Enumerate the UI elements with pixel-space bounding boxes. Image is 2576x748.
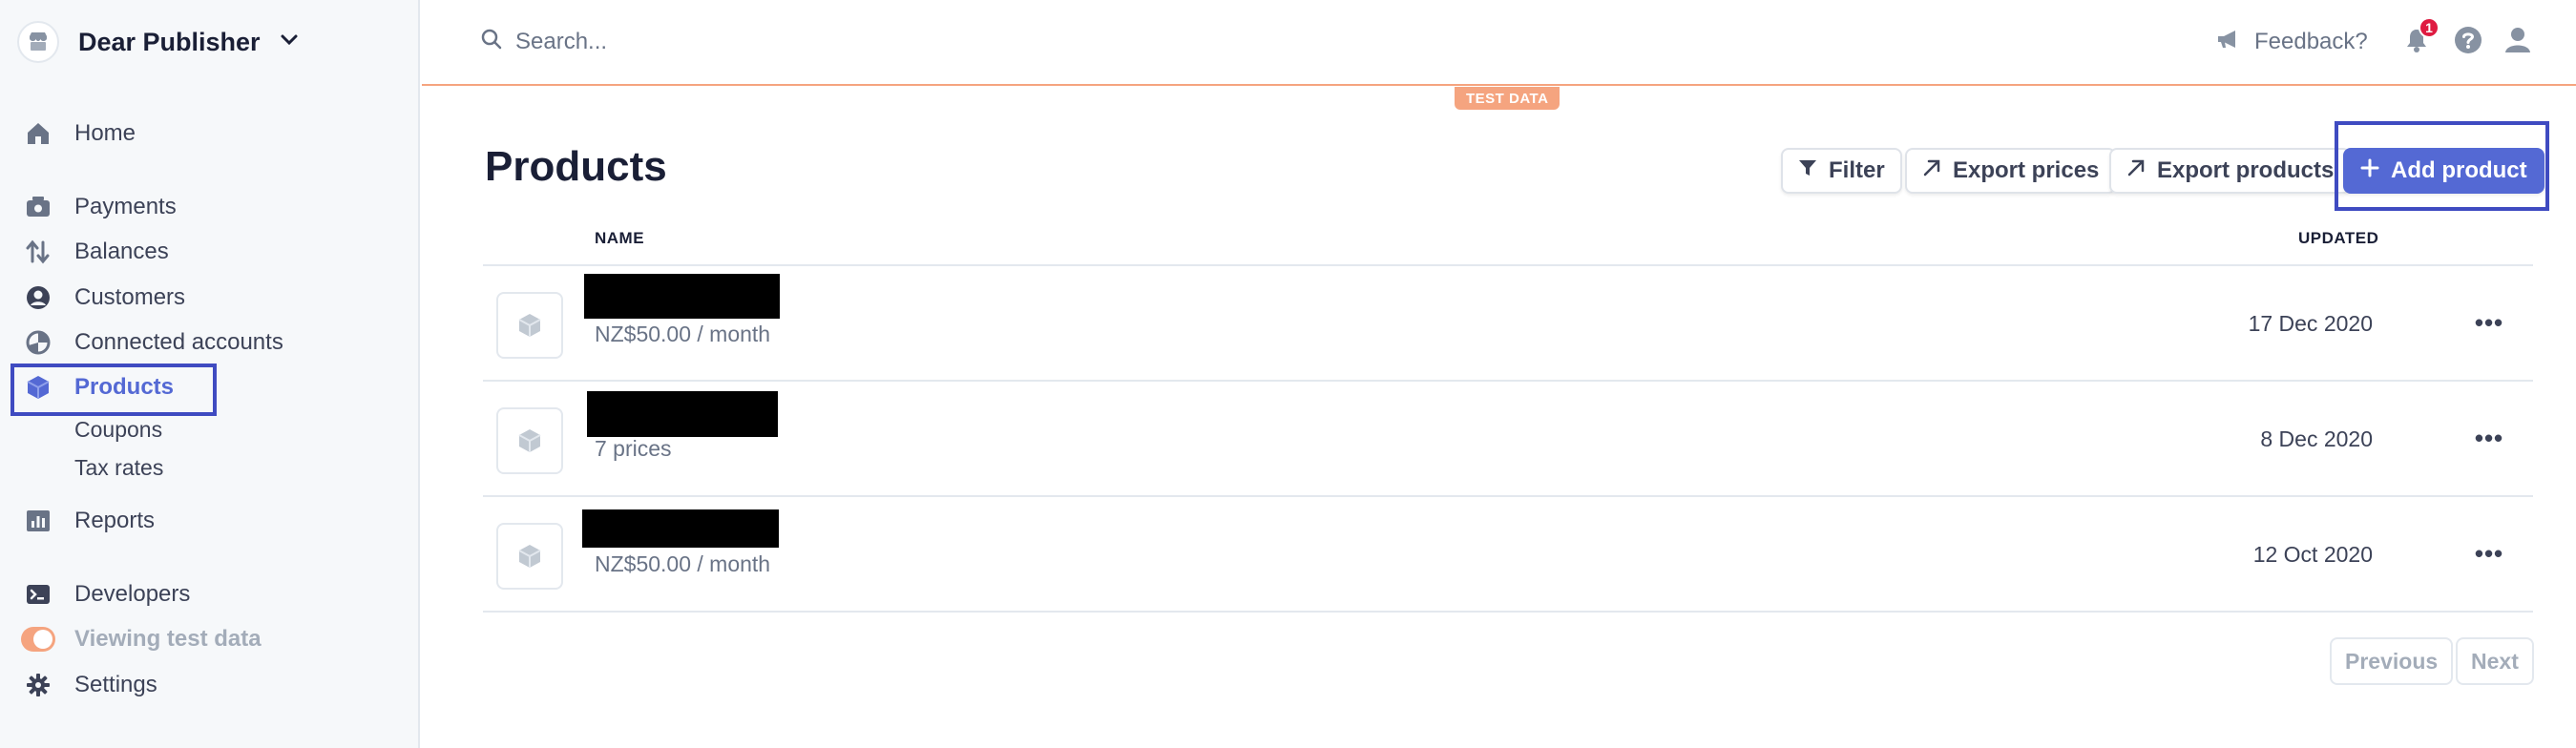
column-header-updated[interactable]: UPDATED bbox=[2298, 229, 2378, 248]
search-placeholder: Search... bbox=[515, 29, 608, 54]
balances-icon bbox=[21, 235, 55, 269]
more-actions-icon[interactable]: ••• bbox=[2468, 421, 2510, 455]
top-bar: Search... Feedback? 1 bbox=[422, 0, 2576, 86]
sidebar-item-label: Settings bbox=[74, 672, 157, 697]
sidebar-item-label: Payments bbox=[74, 194, 177, 219]
product-price-summary: NZ$50.00 / month bbox=[595, 551, 771, 576]
product-image-placeholder bbox=[496, 407, 563, 474]
page-title: Products bbox=[485, 143, 667, 190]
notification-badge: 1 bbox=[2419, 17, 2440, 38]
sidebar-item-label: Home bbox=[74, 120, 136, 146]
user-icon bbox=[2503, 26, 2532, 59]
search-icon bbox=[481, 29, 502, 56]
table-row[interactable]: NZ$50.00 / month 17 Dec 2020 ••• bbox=[483, 267, 2533, 382]
filter-icon bbox=[1798, 157, 1817, 184]
toggle-switch[interactable] bbox=[21, 622, 55, 656]
redacted-product-name bbox=[587, 391, 778, 437]
account-name: Dear Publisher bbox=[78, 27, 261, 56]
sidebar-item-label: Balances bbox=[74, 239, 169, 264]
terminal-icon bbox=[21, 577, 55, 612]
test-data-banner: TEST DATA bbox=[1455, 87, 1560, 110]
payments-icon bbox=[21, 190, 55, 224]
next-page-button[interactable]: Next bbox=[2456, 637, 2534, 685]
sidebar-item-label: Viewing test data bbox=[74, 626, 262, 652]
add-product-highlight-box bbox=[2335, 121, 2549, 211]
reports-icon bbox=[21, 504, 55, 538]
home-icon bbox=[21, 116, 55, 151]
sidebar-item-payments[interactable]: Payments bbox=[21, 188, 177, 226]
product-price-summary: NZ$50.00 / month bbox=[595, 322, 771, 346]
feedback-button[interactable]: Feedback? bbox=[2216, 21, 2368, 63]
table-divider bbox=[483, 264, 2533, 266]
table-row[interactable]: 7 prices 8 Dec 2020 ••• bbox=[483, 383, 2533, 497]
account-switcher[interactable]: Dear Publisher bbox=[17, 19, 299, 65]
sidebar-item-settings[interactable]: Settings bbox=[21, 666, 157, 704]
sidebar: Dear Publisher Home Payments Balances Cu… bbox=[0, 0, 420, 748]
export-products-button[interactable]: Export products bbox=[2109, 148, 2352, 194]
sidebar-item-label: Reports bbox=[74, 508, 156, 533]
products-highlight-box bbox=[10, 364, 217, 416]
store-icon bbox=[17, 21, 59, 63]
sidebar-item-home[interactable]: Home bbox=[21, 114, 136, 153]
test-data-toggle[interactable]: Viewing test data bbox=[21, 620, 262, 658]
sidebar-subitem-coupons[interactable]: Coupons bbox=[74, 412, 162, 447]
redacted-product-name bbox=[582, 509, 779, 548]
export-prices-label: Export prices bbox=[1953, 157, 2100, 183]
updated-date: 17 Dec 2020 bbox=[2248, 311, 2373, 336]
chevron-down-icon bbox=[280, 33, 299, 52]
arrow-up-right-icon bbox=[1922, 157, 1941, 184]
profile-button[interactable] bbox=[2499, 23, 2537, 61]
connected-accounts-icon bbox=[21, 325, 55, 360]
table-row[interactable]: NZ$50.00 / month 12 Oct 2020 ••• bbox=[483, 498, 2533, 613]
help-icon bbox=[2454, 26, 2482, 59]
help-button[interactable] bbox=[2449, 23, 2487, 61]
arrow-up-right-icon bbox=[2126, 157, 2146, 184]
sidebar-item-balances[interactable]: Balances bbox=[21, 233, 169, 271]
table-divider bbox=[483, 495, 2533, 497]
sidebar-item-label: Customers bbox=[74, 284, 186, 310]
previous-page-button[interactable]: Previous bbox=[2330, 637, 2454, 685]
filter-label: Filter bbox=[1829, 157, 1885, 183]
search-input[interactable]: Search... bbox=[481, 21, 607, 63]
more-actions-icon[interactable]: ••• bbox=[2468, 536, 2510, 571]
updated-date: 8 Dec 2020 bbox=[2260, 426, 2373, 451]
gear-icon bbox=[21, 668, 55, 702]
customer-icon bbox=[21, 280, 55, 315]
megaphone-icon bbox=[2216, 29, 2241, 56]
more-actions-icon[interactable]: ••• bbox=[2468, 305, 2510, 340]
sidebar-item-customers[interactable]: Customers bbox=[21, 279, 185, 317]
updated-date: 12 Oct 2020 bbox=[2252, 542, 2373, 567]
notifications-button[interactable]: 1 bbox=[2398, 17, 2440, 61]
product-price-summary: 7 prices bbox=[595, 436, 672, 461]
sidebar-item-connected-accounts[interactable]: Connected accounts bbox=[21, 323, 283, 362]
export-products-label: Export products bbox=[2157, 157, 2335, 183]
table-divider bbox=[483, 380, 2533, 382]
filter-button[interactable]: Filter bbox=[1781, 148, 1902, 194]
feedback-label: Feedback? bbox=[2254, 29, 2368, 54]
sidebar-item-label: Connected accounts bbox=[74, 329, 283, 355]
sidebar-item-developers[interactable]: Developers bbox=[21, 575, 190, 613]
table-divider bbox=[483, 611, 2533, 613]
column-header-name[interactable]: NAME bbox=[595, 229, 644, 248]
product-image-placeholder bbox=[496, 523, 563, 590]
redacted-product-name bbox=[584, 274, 780, 319]
product-image-placeholder bbox=[496, 292, 563, 359]
export-prices-button[interactable]: Export prices bbox=[1905, 148, 2117, 194]
sidebar-item-reports[interactable]: Reports bbox=[21, 502, 155, 540]
sidebar-item-label: Developers bbox=[74, 581, 191, 607]
sidebar-subitem-tax-rates[interactable]: Tax rates bbox=[74, 450, 163, 485]
